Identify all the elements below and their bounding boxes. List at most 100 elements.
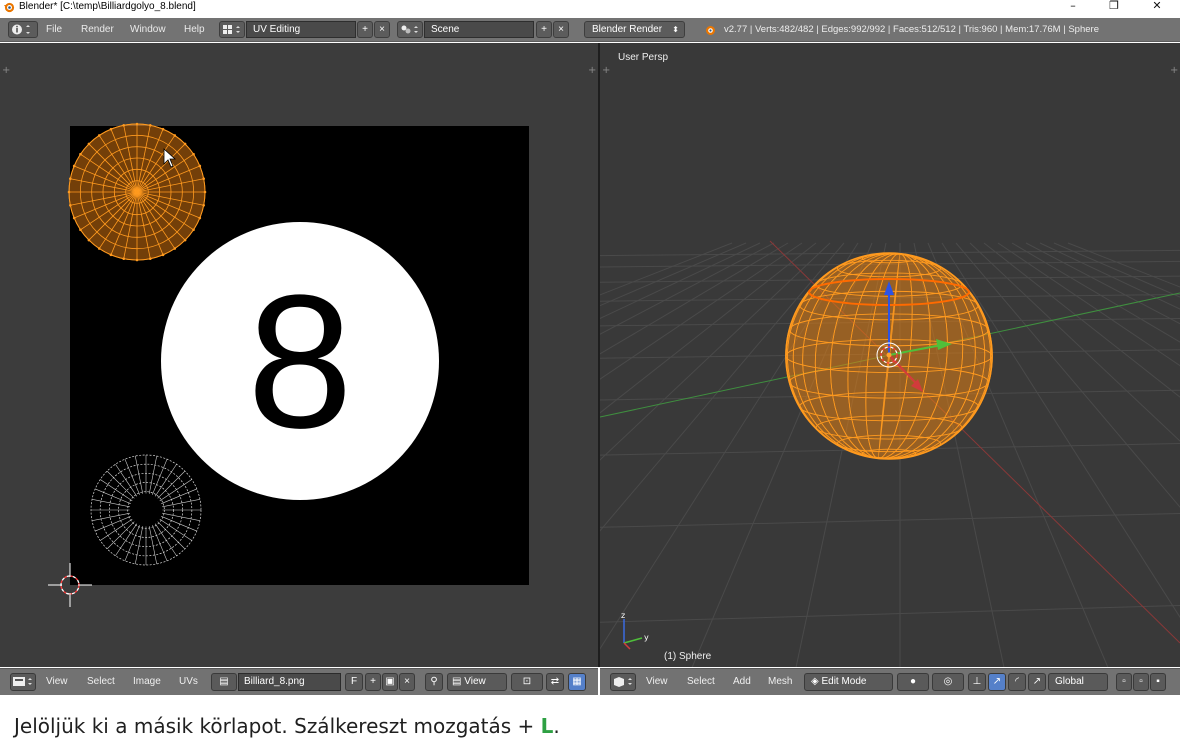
- face-select-button[interactable]: ▪: [1150, 673, 1166, 691]
- mode-selector[interactable]: ◈ Edit Mode: [804, 673, 893, 691]
- window-titlebar: Blender* [C:\temp\Billiardgolyo_8.blend]…: [0, 0, 1180, 14]
- info-icon: [12, 24, 30, 35]
- new-image-button[interactable]: +: [365, 673, 381, 691]
- render-engine-selector[interactable]: Blender Render ⬍: [584, 21, 685, 38]
- vertex-select-mode-button[interactable]: ▦: [568, 673, 586, 691]
- uv-editor-footer: View Select Image UVs ▤ Billiard_8.png F…: [0, 668, 598, 695]
- menu-file[interactable]: File: [46, 23, 62, 37]
- vertex-select-button[interactable]: ▫: [1116, 673, 1132, 691]
- axis-label-y: y: [644, 633, 649, 642]
- view-mode-selector[interactable]: ▤ View: [447, 673, 507, 691]
- menu-render[interactable]: Render: [81, 23, 114, 37]
- edge-select-button[interactable]: ▫: [1133, 673, 1149, 691]
- menu-help[interactable]: Help: [184, 23, 205, 37]
- pivot-selector[interactable]: ⊡: [511, 673, 543, 691]
- corner-plus-icon[interactable]: +: [602, 65, 610, 76]
- corner-plus-icon[interactable]: +: [2, 65, 10, 76]
- pivot-selector[interactable]: ◎: [932, 673, 964, 691]
- close-button[interactable]: ✕: [1139, 0, 1175, 14]
- menu-window[interactable]: Window: [130, 23, 166, 37]
- manipulator-icon: ⊥: [972, 676, 982, 687]
- 3d-viewport[interactable]: + + y z User Persp (1) Sphere: [600, 43, 1180, 667]
- solid-shading-icon: ●: [909, 676, 917, 687]
- editor-type-button[interactable]: [8, 21, 38, 38]
- layout-grid-icon: [223, 25, 240, 34]
- face-select-icon: ▪: [1156, 676, 1160, 687]
- view-perspective-label: User Persp: [618, 52, 669, 63]
- caption-key: L: [540, 714, 554, 738]
- info-header: File Render Window Help UV Editing + × S…: [0, 18, 1180, 42]
- uv-image-editor[interactable]: + + 8: [0, 43, 598, 667]
- 3d-canvas[interactable]: + + y z: [600, 43, 1180, 667]
- image-editor-icon: [13, 677, 32, 686]
- menu-view[interactable]: View: [46, 676, 68, 687]
- image-browse-button[interactable]: ▤: [211, 673, 237, 691]
- rotate-icon: ◜: [1015, 676, 1019, 687]
- minimize-button[interactable]: –: [1055, 0, 1091, 14]
- screen-layout-field[interactable]: UV Editing: [246, 21, 356, 38]
- sync-icon: ⇄: [550, 676, 560, 687]
- menu-select[interactable]: Select: [87, 676, 115, 687]
- view-mode-icon: ▤: [452, 676, 465, 687]
- orientation-selector[interactable]: Global: [1048, 673, 1108, 691]
- corner-plus-icon[interactable]: +: [1170, 65, 1178, 76]
- arrow-icon: ↗: [992, 676, 1002, 687]
- editor-type-button[interactable]: [610, 673, 636, 691]
- screen-layout-selector[interactable]: [219, 21, 245, 38]
- tutorial-caption: Jelöljük ki a másik körlapot. Szálkeresz…: [14, 712, 560, 740]
- fake-user-button[interactable]: F: [345, 673, 363, 691]
- rotate-manipulator-button[interactable]: ◜: [1008, 673, 1026, 691]
- shading-selector[interactable]: ●: [897, 673, 929, 691]
- axis-label-z: z: [621, 611, 625, 620]
- scale-icon: ↗: [1032, 676, 1042, 687]
- blender-logo-icon: [4, 2, 15, 13]
- image-icon: ▤: [219, 676, 229, 687]
- manipulator-toggle[interactable]: ⊥: [968, 673, 986, 691]
- add-scene-button[interactable]: +: [536, 21, 552, 38]
- mini-axis-gizmo: y z: [621, 611, 649, 650]
- view-mode-label: View: [464, 676, 486, 687]
- sync-selection-button[interactable]: ⇄: [546, 673, 564, 691]
- restore-button[interactable]: ❐: [1096, 0, 1132, 14]
- scene-icon: [401, 25, 418, 34]
- add-screen-button[interactable]: +: [357, 21, 373, 38]
- pivot-icon: ◎: [943, 676, 953, 687]
- open-image-button[interactable]: ▣: [382, 673, 398, 691]
- vertex-select-icon: ▫: [1122, 676, 1126, 687]
- image-name-field[interactable]: Billiard_8.png: [238, 673, 341, 691]
- remove-scene-button[interactable]: ×: [553, 21, 569, 38]
- orientation-label: Global: [1055, 676, 1084, 687]
- x-icon: ×: [558, 24, 564, 35]
- menu-image[interactable]: Image: [133, 676, 161, 687]
- window-title: Blender* [C:\temp\Billiardgolyo_8.blend]: [19, 1, 196, 12]
- translate-manipulator-button[interactable]: ↗: [988, 673, 1006, 691]
- pivot-icon: ⊡: [522, 676, 532, 687]
- vertex-mode-icon: ▦: [572, 676, 582, 687]
- scene-statistics: v2.77 | Verts:482/482 | Edges:992/992 | …: [724, 24, 1099, 35]
- render-engine-label: Blender Render: [592, 24, 663, 35]
- menu-mesh[interactable]: Mesh: [768, 676, 792, 687]
- folder-icon: ▣: [385, 676, 395, 687]
- x-icon: ×: [404, 676, 410, 687]
- menu-add[interactable]: Add: [733, 676, 751, 687]
- plus-icon: +: [541, 24, 547, 35]
- menu-select[interactable]: Select: [687, 676, 715, 687]
- menu-view[interactable]: View: [646, 676, 668, 687]
- plus-icon: +: [370, 676, 376, 687]
- editor-type-button[interactable]: [10, 673, 36, 691]
- uv-canvas[interactable]: + + 8: [0, 43, 598, 667]
- selected-uv-island[interactable]: [67, 122, 207, 262]
- mode-label: Edit Mode: [821, 676, 867, 687]
- corner-plus-icon[interactable]: +: [588, 65, 596, 76]
- scene-field[interactable]: Scene: [424, 21, 534, 38]
- updown-arrows-icon: ⬍: [672, 25, 679, 34]
- 3d-view-footer: View Select Add Mesh ◈ Edit Mode ● ◎ ⊥ ↗…: [600, 668, 1180, 695]
- menu-uvs[interactable]: UVs: [179, 676, 198, 687]
- pin-button[interactable]: ⚲: [425, 673, 443, 691]
- scene-selector[interactable]: [397, 21, 423, 38]
- scale-manipulator-button[interactable]: ↗: [1028, 673, 1046, 691]
- unlink-image-button[interactable]: ×: [399, 673, 415, 691]
- remove-screen-button[interactable]: ×: [374, 21, 390, 38]
- active-object-label: (1) Sphere: [664, 651, 712, 662]
- blender-logo-icon: [706, 26, 715, 35]
